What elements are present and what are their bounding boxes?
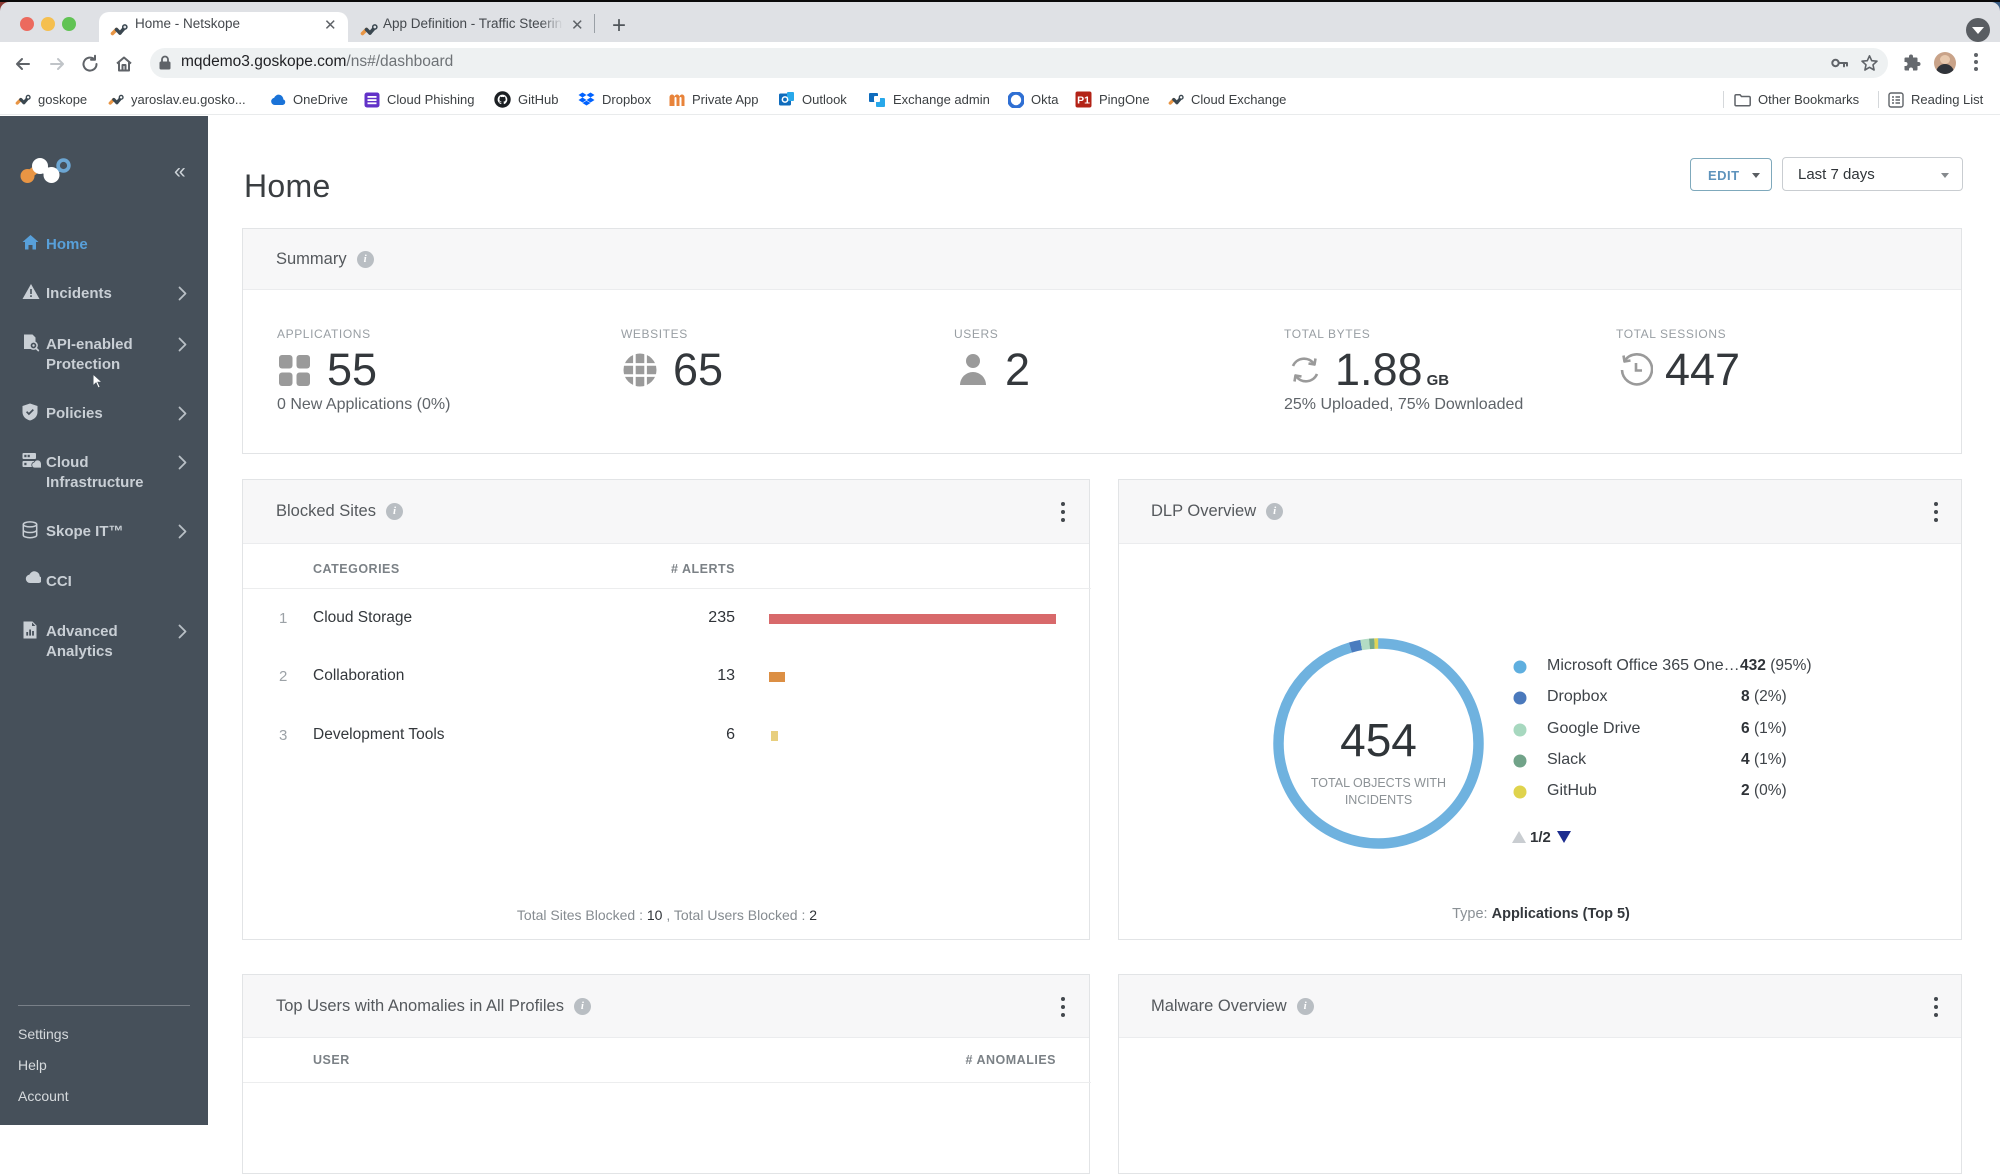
svg-text:P1: P1: [1077, 95, 1090, 107]
